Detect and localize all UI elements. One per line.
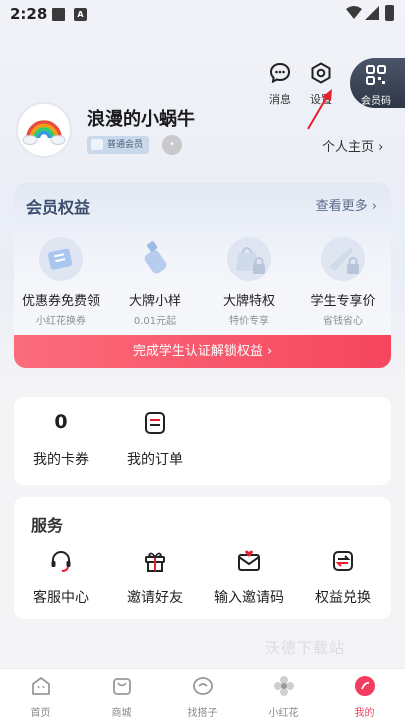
notification-a-icon: A	[74, 8, 87, 21]
customer-service-button[interactable]: 客服中心	[14, 549, 108, 607]
services-title: 服务	[31, 516, 64, 535]
benefit-sub: 0.01元起	[133, 316, 177, 327]
invite-friends-button[interactable]: 邀请好友	[108, 549, 202, 607]
status-time: 2:28	[10, 5, 48, 23]
partner-chat-icon	[192, 677, 213, 695]
sample-bottle-icon	[133, 237, 177, 281]
benefit-sub: 小红花换券	[36, 316, 86, 327]
notification-square-icon	[52, 8, 65, 21]
tab-little-red-flower[interactable]: 小红花	[243, 674, 324, 719]
settings-hexagon-icon	[311, 62, 331, 84]
student-verify-cta-button[interactable]: 完成学生认证解锁权益 ›	[14, 335, 391, 368]
qr-grid-icon	[366, 65, 386, 85]
member-level-badge[interactable]: 普通会员	[87, 136, 150, 154]
benefit-sub: 省钱省心	[323, 316, 363, 327]
home-icon	[31, 677, 50, 695]
rainbow-cloud-icon	[22, 120, 66, 145]
envelope-icon	[238, 550, 260, 571]
my-orders-button[interactable]: 我的订单	[110, 411, 200, 469]
messages-label: 消息	[269, 93, 291, 106]
tab-find-partner[interactable]: 找搭子	[162, 674, 243, 719]
benefit-name: 大牌小样	[128, 294, 181, 309]
tab-label: 找搭子	[187, 708, 218, 719]
coupons-count: 0	[54, 411, 68, 433]
messages-button[interactable]: 消息	[260, 62, 300, 107]
enter-invite-code-button[interactable]: 输入邀请码	[202, 549, 296, 607]
my-coupons-button[interactable]: 0 我的卡券	[16, 411, 106, 469]
username: 浪漫的小蜗牛	[87, 109, 195, 130]
benefit-item-coupon[interactable]: 优惠券免费领 小红花换券	[14, 237, 108, 327]
student-locked-icon	[321, 237, 365, 281]
benefit-name: 学生专享价	[310, 294, 376, 309]
service-label: 输入邀请码	[214, 590, 284, 606]
member-code-label: 会员码	[361, 96, 391, 107]
my-orders-label: 我的订单	[127, 452, 183, 468]
bag-locked-icon	[227, 237, 271, 281]
orders-icon	[110, 411, 200, 439]
service-label: 客服中心	[33, 590, 89, 606]
tab-label: 小红花	[268, 708, 299, 719]
tab-mall[interactable]: 商城	[81, 674, 162, 719]
benefit-sub: 特价专享	[229, 316, 269, 327]
benefit-exchange-button[interactable]: 权益兑换	[296, 549, 390, 607]
personal-homepage-link[interactable]: 个人主页 ›	[322, 136, 383, 155]
coupon-icon	[39, 237, 83, 281]
tab-home[interactable]: 首页	[0, 674, 81, 719]
service-label: 权益兑换	[315, 590, 371, 606]
message-icon	[269, 62, 291, 84]
member-benefits-card: 会员权益 查看更多 › 优惠券免费领 小红花换券 大牌小样 0.01元起 大牌特…	[14, 183, 391, 368]
benefit-name: 大牌特权	[222, 294, 275, 309]
benefit-item-brand[interactable]: 大牌特权 特价专享	[202, 237, 296, 327]
bottom-tab-bar: 首页 商城 找搭子 小红花 我的	[0, 668, 405, 720]
shopping-bag-icon	[112, 678, 131, 695]
tab-mine[interactable]: 我的	[324, 674, 405, 719]
signal-icon	[365, 6, 379, 20]
mine-active-icon	[354, 676, 375, 696]
avatar[interactable]	[16, 102, 72, 158]
card-icon	[91, 139, 103, 150]
my-coupons-label: 我的卡券	[33, 452, 89, 468]
member-code-button[interactable]: 会员码	[350, 58, 405, 108]
benefit-name: 优惠券免费领	[21, 294, 100, 309]
battery-icon	[385, 5, 394, 21]
services-card: 服务 客服中心 邀请好友 输入邀请码 权益兑换	[14, 497, 391, 619]
benefit-item-student[interactable]: 学生专享价 省钱省心	[296, 237, 390, 327]
member-benefits-title: 会员权益	[26, 198, 91, 217]
member-level-label: 普通会员	[107, 140, 144, 150]
flower-icon	[273, 676, 294, 696]
wifi-icon	[346, 6, 362, 19]
view-more-link[interactable]: 查看更多 ›	[316, 195, 377, 214]
status-bar: 2:28 A	[0, 0, 405, 28]
benefit-item-sample[interactable]: 大牌小样 0.01元起	[108, 237, 202, 327]
extra-badge-icon[interactable]: •	[162, 135, 182, 155]
gift-icon	[145, 552, 165, 572]
red-arrow-annotation	[307, 89, 332, 130]
tab-label: 我的	[354, 708, 375, 719]
watermark: 沃德下载站	[265, 639, 346, 657]
headset-icon	[51, 551, 71, 572]
exchange-icon	[333, 551, 353, 571]
wallet-orders-card: 0 我的卡券 我的订单	[14, 397, 391, 485]
service-label: 邀请好友	[127, 590, 183, 606]
tab-label: 首页	[30, 708, 51, 719]
tab-label: 商城	[111, 708, 132, 719]
